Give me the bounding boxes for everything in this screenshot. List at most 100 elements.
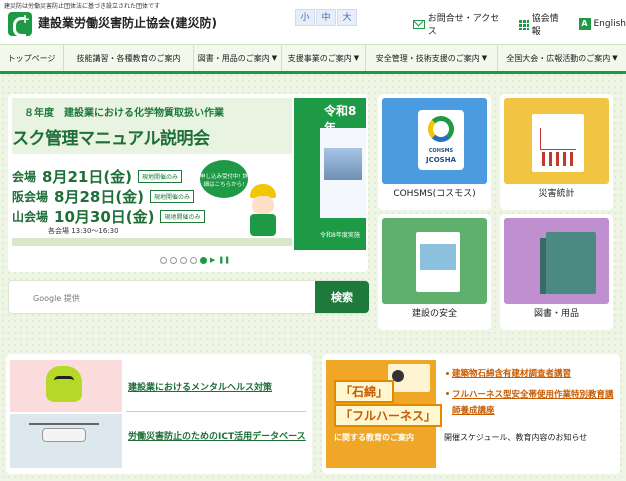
caret-down-icon: ▼ — [481, 54, 488, 62]
nav-item-label: 技能講習・各種教育のご案内 — [76, 53, 181, 63]
search-button[interactable]: 検索 — [315, 281, 369, 313]
tile-label: 図書・用品 — [533, 309, 579, 319]
ict-database-link[interactable]: 労働災害防止のためのICT活用データベース — [128, 430, 308, 444]
site-title[interactable]: 建設業労働災害防止協会(建災防) — [38, 14, 217, 31]
tile-books-image — [504, 218, 609, 304]
preview-footer: 令和8年度実施 — [320, 232, 360, 239]
slider-dot[interactable] — [160, 256, 167, 264]
nav-item-label: トップページ — [7, 53, 56, 63]
tile-label: 建設の安全 — [411, 309, 457, 319]
nav-item-safety-management[interactable]: 安全管理・技術支援のご案内 ▼ — [366, 45, 498, 71]
book-icon — [540, 232, 596, 294]
banner-speech-bubble: 申し込み受付中! 詳細はこちらから! — [200, 160, 248, 198]
bullet-icon — [446, 392, 449, 395]
education-note: 開催スケジュール、教育内容のお知らせ — [444, 433, 588, 442]
mascot-illustration — [246, 184, 282, 236]
magazine-icon — [416, 232, 460, 292]
main-nav: トップページ 技能講習・各種教育のご案内 図書・用品のご案内 ▼ 支援事業のご案内… — [0, 44, 626, 74]
cohsms-logo-line1: COHSMS — [428, 148, 454, 154]
banner-session-row: 山会場 10月30日(金) 現地開催のみ — [12, 206, 205, 227]
caret-down-icon: ▼ — [612, 54, 618, 62]
contact-link-label: お問合せ・アクセス — [427, 14, 500, 37]
site-logo-icon[interactable] — [8, 12, 32, 37]
contact-link[interactable]: お問合せ・アクセス — [413, 11, 506, 37]
slider-dot[interactable] — [170, 256, 177, 264]
caret-down-icon: ▼ — [271, 54, 278, 62]
play-icon[interactable]: ▶ — [210, 256, 215, 264]
font-size-large-button[interactable]: 大 — [337, 9, 357, 26]
session-tag: 現地開催のみ — [138, 170, 183, 183]
about-link[interactable]: 協会情報 — [517, 11, 567, 37]
tile-stats-image — [504, 98, 609, 184]
mail-icon — [413, 19, 425, 29]
tile-accident-stats[interactable]: 災害統計 — [500, 94, 613, 210]
nav-item-books[interactable]: 図書・用品のご案内 ▼ — [194, 45, 282, 71]
banner-divider — [12, 238, 292, 246]
nav-item-label: 全国大会・広報活動のご案内 — [506, 53, 611, 63]
grid-icon — [517, 18, 529, 30]
preview-document-image — [320, 128, 366, 218]
banner-heading-area: ８年度 建設業における化学物質取扱い作業 スク管理マニュアル説明会 — [12, 98, 292, 154]
banner-time: 各会場 13:30～16:30 — [48, 227, 119, 235]
nav-item-top[interactable]: トップページ — [0, 45, 64, 71]
header-links: お問合せ・アクセス 協会情報 A English — [413, 11, 626, 37]
session-venue: 山会場 — [12, 210, 49, 224]
font-size-small-button[interactable]: 小 — [295, 9, 315, 26]
tile-cohsms-image: COHSMS JCOSHA — [382, 98, 487, 184]
building-photo — [324, 148, 362, 180]
nav-item-support[interactable]: 支援事業のご案内 ▼ — [282, 45, 366, 71]
mascot-illustration — [46, 366, 82, 402]
english-link-label: English — [593, 19, 626, 29]
nav-item-label: 安全管理・技術支援のご案内 — [375, 53, 480, 63]
education-asbestos-label: 「石綿」 — [334, 380, 395, 403]
tile-safety-image — [382, 218, 487, 304]
banner-subtitle: ８年度 建設業における化学物質取扱い作業 — [24, 108, 224, 119]
nav-item-training[interactable]: 技能講習・各種教育のご案内 — [64, 45, 194, 71]
session-date: 10月30日(金) — [54, 208, 155, 226]
education-harness-label: 「フルハーネス」 — [334, 404, 443, 427]
divider — [126, 411, 306, 412]
session-tag: 現地開催のみ — [160, 210, 205, 223]
nav-item-events[interactable]: 全国大会・広報活動のご案内 ▼ — [498, 45, 626, 71]
font-size-medium-button[interactable]: 中 — [316, 9, 336, 26]
tile-label: COHSMS(コスモス) — [393, 189, 476, 199]
search-input[interactable] — [15, 287, 313, 309]
session-tag: 現地開催のみ — [150, 190, 195, 203]
harness-course-link[interactable]: フルハーネス型安全帯使用作業特別教育講師養成講座 — [452, 387, 616, 419]
caret-down-icon: ▼ — [353, 54, 360, 62]
session-venue: 会場 — [12, 170, 37, 184]
drone-icon — [29, 423, 99, 442]
banner-next-slide-preview: 令和8年 令和8年度実施 — [294, 98, 366, 250]
tile-construction-safety[interactable]: 建設の安全 — [378, 214, 491, 330]
lecturer-illustration — [388, 364, 430, 392]
education-caption: に関する教育のご案内 — [334, 433, 414, 442]
asbestos-course-link[interactable]: 建築物石綿含有建材調査者講習 — [452, 367, 571, 379]
slider-controls: ▶ ❚❚ — [160, 256, 230, 264]
banner-session-row: 会場 8月21日(金) 現地開催のみ — [12, 166, 183, 187]
tile-cohsms[interactable]: COHSMS JCOSHA COHSMS(コスモス) — [378, 94, 491, 210]
banner-title: スク管理マニュアル説明会 — [12, 129, 210, 149]
tile-books-goods[interactable]: 図書・用品 — [500, 214, 613, 330]
slider-dot-active[interactable] — [200, 256, 207, 264]
slider-dot[interactable] — [190, 256, 197, 264]
session-venue: 阪会場 — [12, 190, 49, 204]
site-tagline: 建災防は労働災害防止団体法に基づき設立された団体です — [4, 3, 161, 10]
tile-label: 災害統計 — [538, 189, 575, 199]
about-link-label: 協会情報 — [531, 14, 559, 37]
mental-health-link[interactable]: 建設業におけるメンタルヘルス対策 — [128, 380, 272, 393]
nav-item-label: 図書・用品のご案内 — [197, 53, 270, 63]
hero-slider: ８年度 建設業における化学物質取扱い作業 スク管理マニュアル説明会 会場 8月2… — [8, 94, 368, 272]
pause-icon[interactable]: ❚❚ — [218, 256, 230, 264]
session-date: 8月28日(金) — [54, 188, 145, 206]
cohsms-ring-icon — [428, 116, 454, 142]
hero-banner[interactable]: ８年度 建設業における化学物質取扱い作業 スク管理マニュアル説明会 会場 8月2… — [12, 98, 366, 250]
english-link[interactable]: A English — [578, 11, 626, 37]
bullet-icon — [446, 372, 449, 375]
session-date: 8月21日(金) — [42, 168, 133, 186]
cohsms-logo-line2: JCOSHA — [425, 156, 456, 164]
a-icon: A — [578, 18, 591, 30]
slider-dot[interactable] — [180, 256, 187, 264]
site-header: 建災防は労働災害防止団体法に基づき設立された団体です 建設業労働災害防止協会(建… — [0, 0, 626, 44]
site-search: 検索 — [8, 280, 369, 314]
cohsms-logo: COHSMS JCOSHA — [418, 110, 464, 170]
